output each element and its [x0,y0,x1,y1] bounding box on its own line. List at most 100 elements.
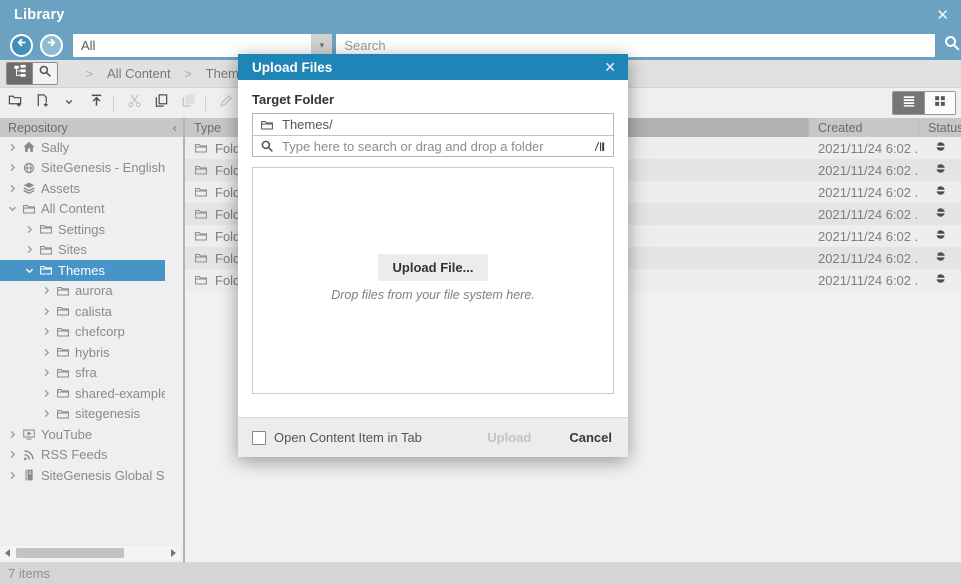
sidebar-item-themes[interactable]: Themes [0,260,165,281]
tree-item-label: RSS Feeds [41,447,107,462]
chevron-down-icon[interactable] [23,266,35,275]
status-sync-icon [934,184,947,200]
scrollbar-thumb[interactable] [16,548,124,558]
more-chevron-button[interactable] [57,91,81,115]
dialog-close-icon[interactable]: ✕ [604,60,616,74]
upload-button[interactable] [84,91,108,115]
scrollbar-track[interactable] [14,547,166,559]
tree-item-label: Sally [41,140,69,155]
tree-item-label: All Content [41,201,105,216]
chevron-right-icon[interactable] [40,348,52,357]
breadcrumb-item[interactable]: All Content [107,66,171,81]
grid-view-button[interactable] [924,92,955,114]
layers-icon [20,181,37,195]
chevron-right-icon[interactable] [40,286,52,295]
globe-icon [20,161,37,175]
sidebar-item-rss-feeds[interactable]: RSS Feeds [0,445,165,466]
collapse-pane-icon[interactable]: ‹ [173,121,177,134]
chevron-right-icon[interactable] [40,409,52,418]
search-icon[interactable] [943,34,961,57]
tree-item-label: SiteGenesis Global Shop [41,468,165,483]
search-view-toggle-button[interactable] [32,63,57,84]
sidebar-horizontal-scrollbar[interactable] [0,546,180,560]
chevron-right-icon[interactable] [6,184,18,193]
upload-button[interactable]: Upload [487,430,531,445]
chevron-right-icon[interactable] [6,430,18,439]
cell-created: 2021/11/24 6:02 ... [809,225,919,247]
tree-item-label: Assets [41,181,80,196]
sidebar-item-chefcorp[interactable]: chefcorp [0,322,165,343]
column-header-status[interactable]: Status [919,118,961,137]
magnifier-icon [38,64,52,83]
folder-search-input[interactable] [282,139,587,154]
sidebar-item-all-content[interactable]: All Content [0,199,165,220]
tree-view-toggle-button[interactable] [7,63,32,84]
sidebar-item-hybris[interactable]: hybris [0,342,165,363]
sidebar-item-aurora[interactable]: aurora [0,281,165,302]
filter-icon[interactable] [593,140,606,153]
paste-button [176,91,200,115]
new-item-button[interactable] [30,91,54,115]
copy-button[interactable] [149,91,173,115]
cancel-button[interactable]: Cancel [569,430,612,445]
folder-search-field[interactable] [253,135,613,156]
tree-icon [13,64,27,83]
chevron-down-icon[interactable] [6,204,18,213]
upload-file-button[interactable]: Upload File... [378,254,489,281]
sidebar-item-assets[interactable]: Assets [0,178,165,199]
list-view-icon [902,94,916,113]
new-item-icon [35,93,50,113]
folder-icon [54,325,71,339]
copy-icon [154,93,169,113]
column-header-created[interactable]: Created [809,118,919,137]
folder-icon [194,273,208,287]
chevron-right-icon[interactable] [40,327,52,336]
chevron-right-icon[interactable] [6,471,18,480]
new-folder-button[interactable] [3,91,27,115]
forward-arrow-icon [45,36,58,54]
sidebar-item-youtube[interactable]: YouTube [0,424,165,445]
sidebar-item-sfra[interactable]: sfra [0,363,165,384]
target-folder-field[interactable]: Themes/ [253,114,613,135]
sidebar-item-sally[interactable]: Sally [0,137,165,158]
library-window: Library ✕ All ▾ >All Content>Themes> [0,0,961,584]
status-sync-icon [934,162,947,178]
folder-icon [54,345,71,359]
sidebar-item-sitegenesis[interactable]: sitegenesis [0,404,165,425]
chevron-right-icon[interactable] [23,225,35,234]
scroll-right-arrow[interactable] [166,546,180,560]
more-chevron-icon [64,94,74,112]
home-icon [20,140,37,154]
scope-select-value: All [73,38,311,53]
scroll-left-arrow[interactable] [0,546,14,560]
edit-icon [219,93,234,113]
chevron-right-icon[interactable] [40,307,52,316]
chevron-right-icon[interactable] [40,368,52,377]
chevron-right-icon[interactable] [40,389,52,398]
list-view-button[interactable] [893,92,924,114]
tree-item-label: YouTube [41,427,92,442]
cut-button [122,91,146,115]
cell-status [919,137,961,159]
folder-icon [194,229,208,243]
dialog-header: Upload Files ✕ [238,54,628,80]
sidebar-item-calista[interactable]: calista [0,301,165,322]
tree-item-label: calista [75,304,112,319]
chevron-right-icon[interactable] [23,245,35,254]
chevron-right-icon[interactable] [6,450,18,459]
forward-button[interactable] [40,34,63,57]
toolbar-separator [205,95,206,111]
sidebar-item-sitegenesis-global-shop[interactable]: SiteGenesis Global Shop [0,465,165,486]
sidebar-item-settings[interactable]: Settings [0,219,165,240]
cell-created: 2021/11/24 6:02 ... [809,269,919,291]
file-drop-zone[interactable]: Upload File... Drop files from your file… [252,167,614,394]
sidebar-item-sites[interactable]: Sites [0,240,165,261]
sidebar-item-sitegenesis-english-unite[interactable]: SiteGenesis - English (Unite [0,158,165,179]
open-in-tab-checkbox[interactable] [252,431,266,445]
back-button[interactable] [10,34,33,57]
chevron-right-icon[interactable] [6,163,18,172]
youtube-icon [20,427,37,441]
chevron-right-icon[interactable] [6,143,18,152]
sidebar-item-shared-example[interactable]: shared-example [0,383,165,404]
window-close-icon[interactable]: ✕ [936,8,949,23]
